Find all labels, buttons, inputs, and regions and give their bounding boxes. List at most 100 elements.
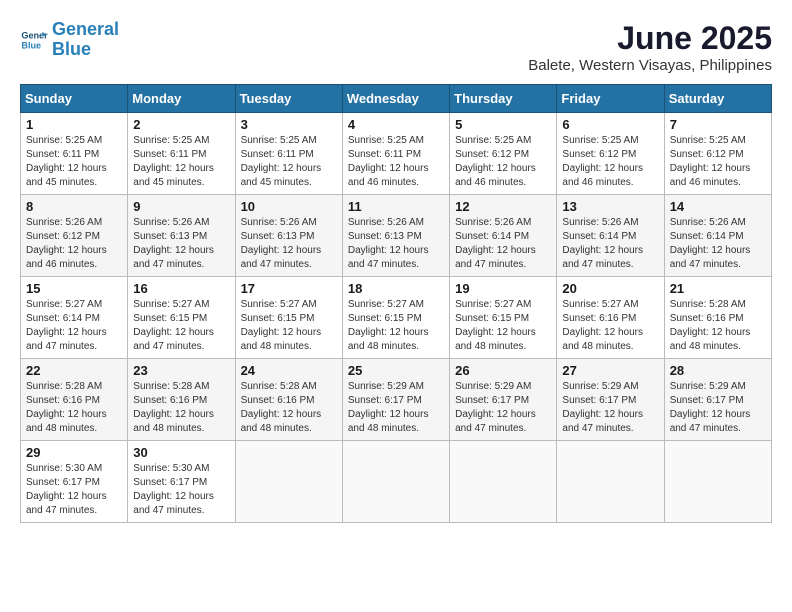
calendar-week-row: 1 Sunrise: 5:25 AM Sunset: 6:11 PM Daylig… (21, 113, 772, 195)
calendar-cell: 25Sunrise: 5:29 AM Sunset: 6:17 PM Dayli… (342, 359, 449, 441)
day-number: 18 (348, 281, 444, 296)
calendar-cell: 1 Sunrise: 5:25 AM Sunset: 6:11 PM Daylig… (21, 113, 128, 195)
calendar-header-tuesday: Tuesday (235, 85, 342, 113)
day-number: 29 (26, 445, 122, 460)
day-info: Sunrise: 5:30 AM Sunset: 6:17 PM Dayligh… (26, 462, 122, 518)
calendar-cell: 16 Sunrise: 5:27 AM Sunset: 6:15 PM Dayli… (128, 277, 235, 359)
day-info: Sunrise: 5:30 AM Sunset: 6:17 PM Dayligh… (133, 462, 229, 518)
calendar-cell: 19 Sunrise: 5:27 AM Sunset: 6:15 PM Dayli… (450, 277, 557, 359)
day-info: Sunrise: 5:25 AM Sunset: 6:11 PM Dayligh… (241, 134, 337, 190)
day-info: Sunrise: 5:28 AM Sunset: 6:16 PM Dayligh… (26, 380, 122, 436)
calendar-cell (450, 441, 557, 523)
day-number: 30 (133, 445, 229, 460)
day-info: Sunrise: 5:25 AM Sunset: 6:11 PM Dayligh… (348, 134, 444, 190)
day-info: Sunrise: 5:26 AM Sunset: 6:13 PM Dayligh… (241, 216, 337, 272)
calendar-week-row: 15 Sunrise: 5:27 AM Sunset: 6:14 PM Dayli… (21, 277, 772, 359)
calendar-cell: 26 Sunrise: 5:29 AM Sunset: 6:17 PM Dayli… (450, 359, 557, 441)
day-info: Sunrise: 5:25 AM Sunset: 6:12 PM Dayligh… (670, 134, 766, 190)
day-number: 7 (670, 117, 766, 132)
calendar-cell: 9 Sunrise: 5:26 AM Sunset: 6:13 PM Daylig… (128, 195, 235, 277)
day-number: 12 (455, 199, 551, 214)
title-block: June 2025 Balete, Western Visayas, Phili… (528, 20, 772, 74)
day-number: 24 (241, 363, 337, 378)
day-number: 9 (133, 199, 229, 214)
calendar-header-wednesday: Wednesday (342, 85, 449, 113)
calendar-cell: 21 Sunrise: 5:28 AM Sunset: 6:16 PM Dayli… (664, 277, 771, 359)
day-number: 17 (241, 281, 337, 296)
day-info: Sunrise: 5:26 AM Sunset: 6:12 PM Dayligh… (26, 216, 122, 272)
page-subtitle: Balete, Western Visayas, Philippines (528, 57, 772, 74)
day-info: Sunrise: 5:27 AM Sunset: 6:14 PM Dayligh… (26, 298, 122, 354)
calendar-week-row: 8 Sunrise: 5:26 AM Sunset: 6:12 PM Daylig… (21, 195, 772, 277)
calendar-cell: 20 Sunrise: 5:27 AM Sunset: 6:16 PM Dayli… (557, 277, 664, 359)
calendar-cell: 29 Sunrise: 5:30 AM Sunset: 6:17 PM Dayli… (21, 441, 128, 523)
day-info: Sunrise: 5:27 AM Sunset: 6:16 PM Dayligh… (562, 298, 658, 354)
day-number: 26 (455, 363, 551, 378)
day-number: 27 (562, 363, 658, 378)
day-number: 2 (133, 117, 229, 132)
day-info: Sunrise: 5:26 AM Sunset: 6:14 PM Dayligh… (562, 216, 658, 272)
day-info: Sunrise: 5:26 AM Sunset: 6:13 PM Dayligh… (133, 216, 229, 272)
header: General Blue GeneralBlue June 2025 Balet… (20, 20, 772, 74)
calendar-cell: 24 Sunrise: 5:28 AM Sunset: 6:16 PM Dayli… (235, 359, 342, 441)
day-number: 1 (26, 117, 122, 132)
calendar-cell: 5 Sunrise: 5:25 AM Sunset: 6:12 PM Daylig… (450, 113, 557, 195)
day-info: Sunrise: 5:29 AM Sunset: 6:17 PM Dayligh… (348, 380, 444, 436)
day-info: Sunrise: 5:28 AM Sunset: 6:16 PM Dayligh… (133, 380, 229, 436)
day-info: Sunrise: 5:28 AM Sunset: 6:16 PM Dayligh… (241, 380, 337, 436)
day-number: 6 (562, 117, 658, 132)
calendar-cell (557, 441, 664, 523)
logo: General Blue GeneralBlue (20, 20, 119, 60)
calendar-cell: 17 Sunrise: 5:27 AM Sunset: 6:15 PM Dayli… (235, 277, 342, 359)
day-number: 8 (26, 199, 122, 214)
day-number: 14 (670, 199, 766, 214)
day-number: 4 (348, 117, 444, 132)
calendar-header-friday: Friday (557, 85, 664, 113)
day-number: 15 (26, 281, 122, 296)
day-info: Sunrise: 5:27 AM Sunset: 6:15 PM Dayligh… (133, 298, 229, 354)
calendar-cell: 2Sunrise: 5:25 AM Sunset: 6:11 PM Daylig… (128, 113, 235, 195)
calendar-cell: 22 Sunrise: 5:28 AM Sunset: 6:16 PM Dayli… (21, 359, 128, 441)
calendar-header-monday: Monday (128, 85, 235, 113)
logo-icon: General Blue (20, 26, 48, 54)
calendar-cell: 3 Sunrise: 5:25 AM Sunset: 6:11 PM Daylig… (235, 113, 342, 195)
day-number: 20 (562, 281, 658, 296)
calendar-cell: 7 Sunrise: 5:25 AM Sunset: 6:12 PM Daylig… (664, 113, 771, 195)
calendar-cell: 30 Sunrise: 5:30 AM Sunset: 6:17 PM Dayli… (128, 441, 235, 523)
day-info: Sunrise: 5:25 AM Sunset: 6:12 PM Dayligh… (455, 134, 551, 190)
day-info: Sunrise: 5:29 AM Sunset: 6:17 PM Dayligh… (455, 380, 551, 436)
day-number: 19 (455, 281, 551, 296)
day-number: 22 (26, 363, 122, 378)
calendar-cell: 23Sunrise: 5:28 AM Sunset: 6:16 PM Dayli… (128, 359, 235, 441)
day-info: Sunrise: 5:26 AM Sunset: 6:13 PM Dayligh… (348, 216, 444, 272)
day-info: Sunrise: 5:27 AM Sunset: 6:15 PM Dayligh… (241, 298, 337, 354)
svg-text:Blue: Blue (21, 40, 41, 50)
calendar-cell: 14 Sunrise: 5:26 AM Sunset: 6:14 PM Dayli… (664, 195, 771, 277)
day-number: 5 (455, 117, 551, 132)
day-info: Sunrise: 5:28 AM Sunset: 6:16 PM Dayligh… (670, 298, 766, 354)
day-info: Sunrise: 5:27 AM Sunset: 6:15 PM Dayligh… (455, 298, 551, 354)
calendar-cell: 8 Sunrise: 5:26 AM Sunset: 6:12 PM Daylig… (21, 195, 128, 277)
calendar-week-row: 29 Sunrise: 5:30 AM Sunset: 6:17 PM Dayli… (21, 441, 772, 523)
calendar-table: SundayMondayTuesdayWednesdayThursdayFrid… (20, 84, 772, 523)
day-number: 13 (562, 199, 658, 214)
calendar-cell (664, 441, 771, 523)
calendar-cell (235, 441, 342, 523)
day-info: Sunrise: 5:26 AM Sunset: 6:14 PM Dayligh… (670, 216, 766, 272)
calendar-cell: 12Sunrise: 5:26 AM Sunset: 6:14 PM Dayli… (450, 195, 557, 277)
calendar-header-row: SundayMondayTuesdayWednesdayThursdayFrid… (21, 85, 772, 113)
calendar-week-row: 22 Sunrise: 5:28 AM Sunset: 6:16 PM Dayli… (21, 359, 772, 441)
day-number: 16 (133, 281, 229, 296)
day-info: Sunrise: 5:29 AM Sunset: 6:17 PM Dayligh… (562, 380, 658, 436)
day-info: Sunrise: 5:27 AM Sunset: 6:15 PM Dayligh… (348, 298, 444, 354)
day-number: 11 (348, 199, 444, 214)
day-number: 21 (670, 281, 766, 296)
day-number: 10 (241, 199, 337, 214)
calendar-cell (342, 441, 449, 523)
calendar-cell: 11 Sunrise: 5:26 AM Sunset: 6:13 PM Dayli… (342, 195, 449, 277)
calendar-cell: 4 Sunrise: 5:25 AM Sunset: 6:11 PM Daylig… (342, 113, 449, 195)
day-number: 3 (241, 117, 337, 132)
calendar-header-thursday: Thursday (450, 85, 557, 113)
calendar-cell: 10 Sunrise: 5:26 AM Sunset: 6:13 PM Dayli… (235, 195, 342, 277)
day-info: Sunrise: 5:25 AM Sunset: 6:11 PM Dayligh… (26, 134, 122, 190)
